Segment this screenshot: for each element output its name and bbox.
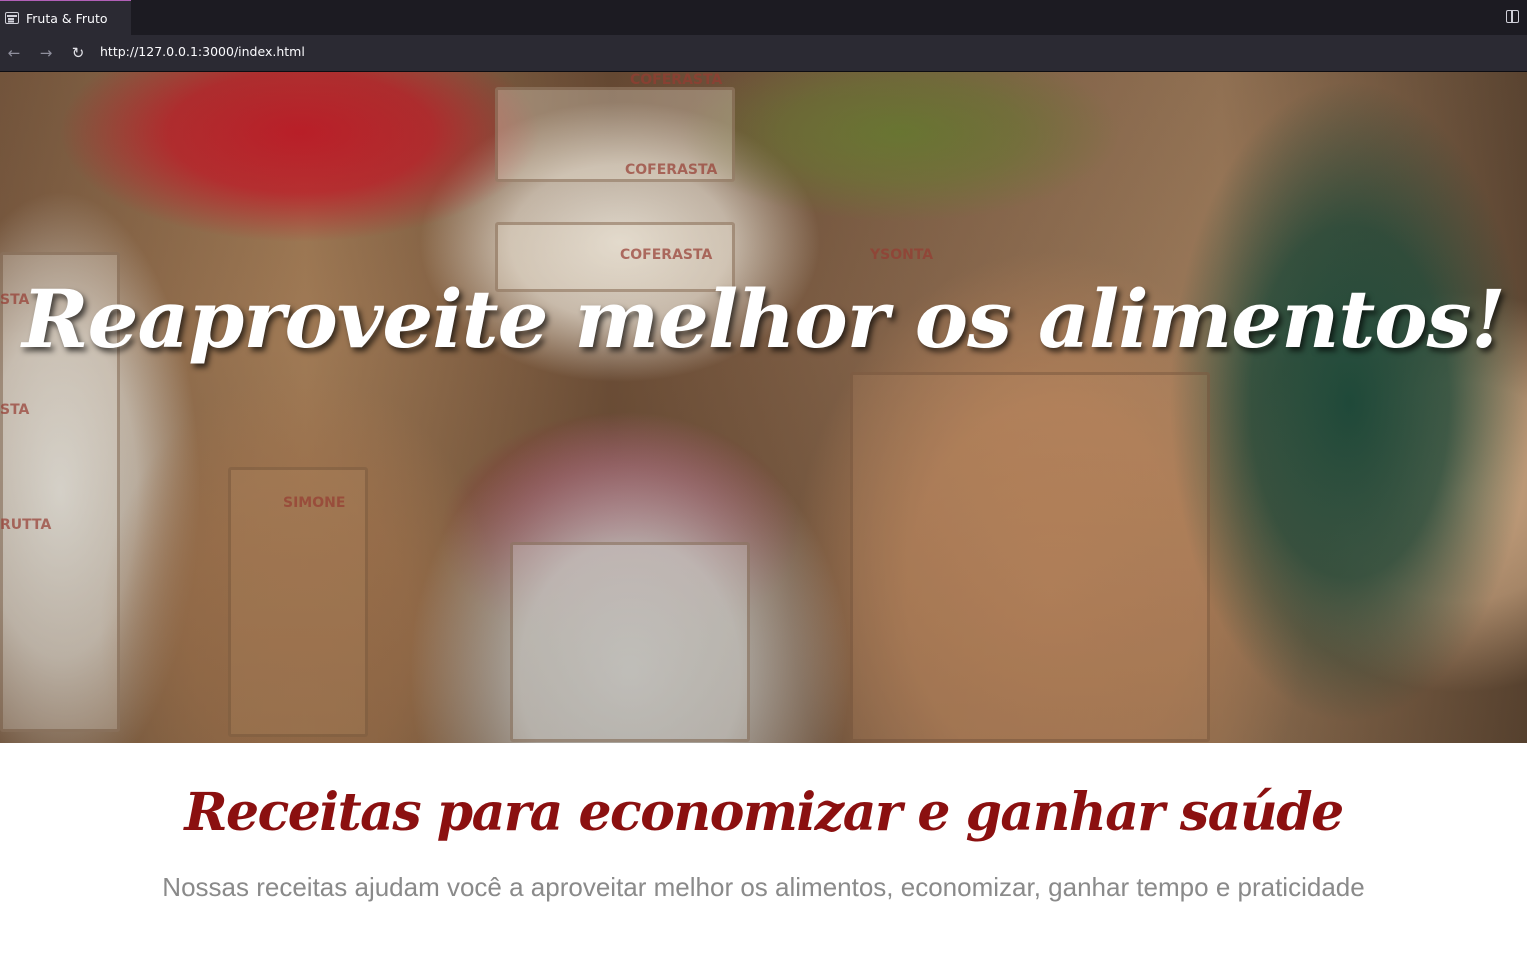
address-bar[interactable]: http://127.0.0.1:3000/index.html [100,44,305,59]
crate-label: COFERASTA [620,247,713,263]
hero-title: Reaproveite melhor os alimentos! [22,272,1506,366]
crate-image [510,542,750,742]
crate-label: RUTTA [0,517,52,533]
hero-banner: COFERASTA COFERASTA COFERASTA YSONTA STA… [0,72,1527,743]
arrow-left-icon: ← [7,43,21,62]
back-button[interactable]: ← [2,41,26,65]
arrow-right-icon: → [39,43,53,62]
page-icon [5,12,19,24]
crate-label: STA [0,402,30,418]
crate-label: YSONTA [870,247,934,263]
crate-label: SIMONE [283,495,346,511]
section-description: Nossas receitas ajudam você a aproveitar… [162,872,1365,902]
reload-button[interactable]: ↻ [66,41,90,65]
browser-nav-bar: ← → ↻ http://127.0.0.1:3000/index.html [0,35,1527,72]
crate-label: COFERASTA [630,72,723,88]
reload-icon: ↻ [71,43,85,62]
sidebar-toggle-icon[interactable] [1506,10,1519,23]
tab-title: Fruta & Fruto [26,10,108,26]
section-title: Receitas para economizar e ganhar saúde [184,782,1344,843]
crate-label: COFERASTA [625,162,718,178]
browser-tab-bar: Fruta & Fruto [0,0,1527,35]
crate-image [850,372,1210,742]
browser-tab[interactable]: Fruta & Fruto [0,0,131,35]
forward-button[interactable]: → [34,41,58,65]
